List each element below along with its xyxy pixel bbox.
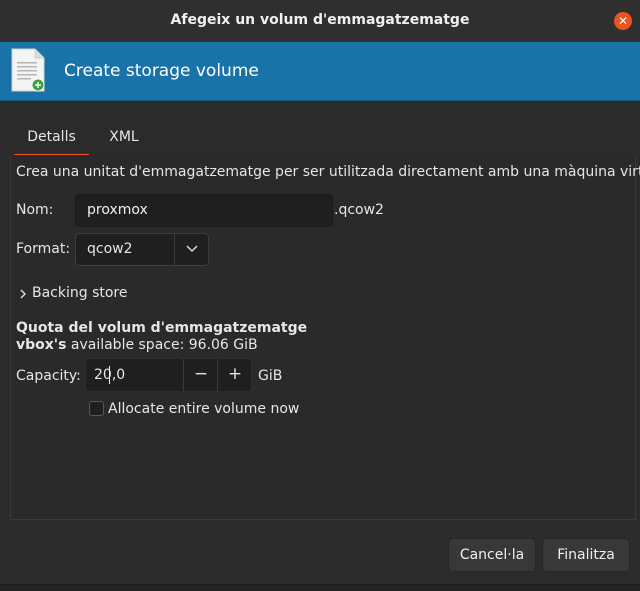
minus-icon[interactable]: −: [183, 359, 218, 391]
capacity-unit: GiB: [258, 368, 283, 384]
pool-name: vbox's: [16, 337, 67, 353]
tab-details[interactable]: Detalls: [14, 118, 89, 156]
window-title: Afegeix un volum d'emmagatzematge: [170, 12, 470, 28]
name-label: Nom:: [16, 202, 54, 218]
plus-icon[interactable]: +: [217, 359, 252, 391]
cancel-button[interactable]: Cancel·la: [448, 538, 536, 572]
available-space-line: vbox's available space: 96.06 GiB: [16, 337, 258, 353]
new-document-icon: [11, 48, 45, 92]
finish-button[interactable]: Finalitza: [542, 538, 630, 572]
available-space-text: available space: 96.06 GiB: [70, 337, 258, 353]
allocate-label[interactable]: Allocate entire volume now: [108, 401, 299, 417]
allocate-checkbox[interactable]: [89, 401, 104, 416]
format-value: qcow2: [87, 241, 133, 257]
format-select[interactable]: qcow2: [75, 233, 209, 266]
banner-title: Create storage volume: [64, 61, 259, 81]
text-caret: [109, 366, 110, 384]
close-icon[interactable]: ✕: [614, 12, 632, 30]
backing-store-label: Backing store: [32, 285, 128, 301]
chevron-right-icon: [20, 289, 26, 299]
description-text: Crea una unitat d'emmagatzematge per ser…: [16, 164, 640, 180]
quota-heading: Quota del volum d'emmagatzematge: [16, 320, 308, 336]
capacity-spinbutton[interactable]: 20,0 − +: [85, 358, 252, 392]
format-label: Format:: [16, 241, 71, 257]
tab-xml[interactable]: XML: [94, 118, 154, 154]
capacity-label: Capacity:: [16, 368, 81, 384]
name-field[interactable]: proxmox: [75, 194, 333, 227]
name-value: proxmox: [87, 202, 148, 218]
name-suffix: .qcow2: [334, 202, 384, 218]
header-banner: Create storage volume: [0, 42, 640, 101]
chevron-down-icon[interactable]: [174, 234, 209, 265]
title-bar: Afegeix un volum d'emmagatzematge ✕: [0, 0, 640, 43]
